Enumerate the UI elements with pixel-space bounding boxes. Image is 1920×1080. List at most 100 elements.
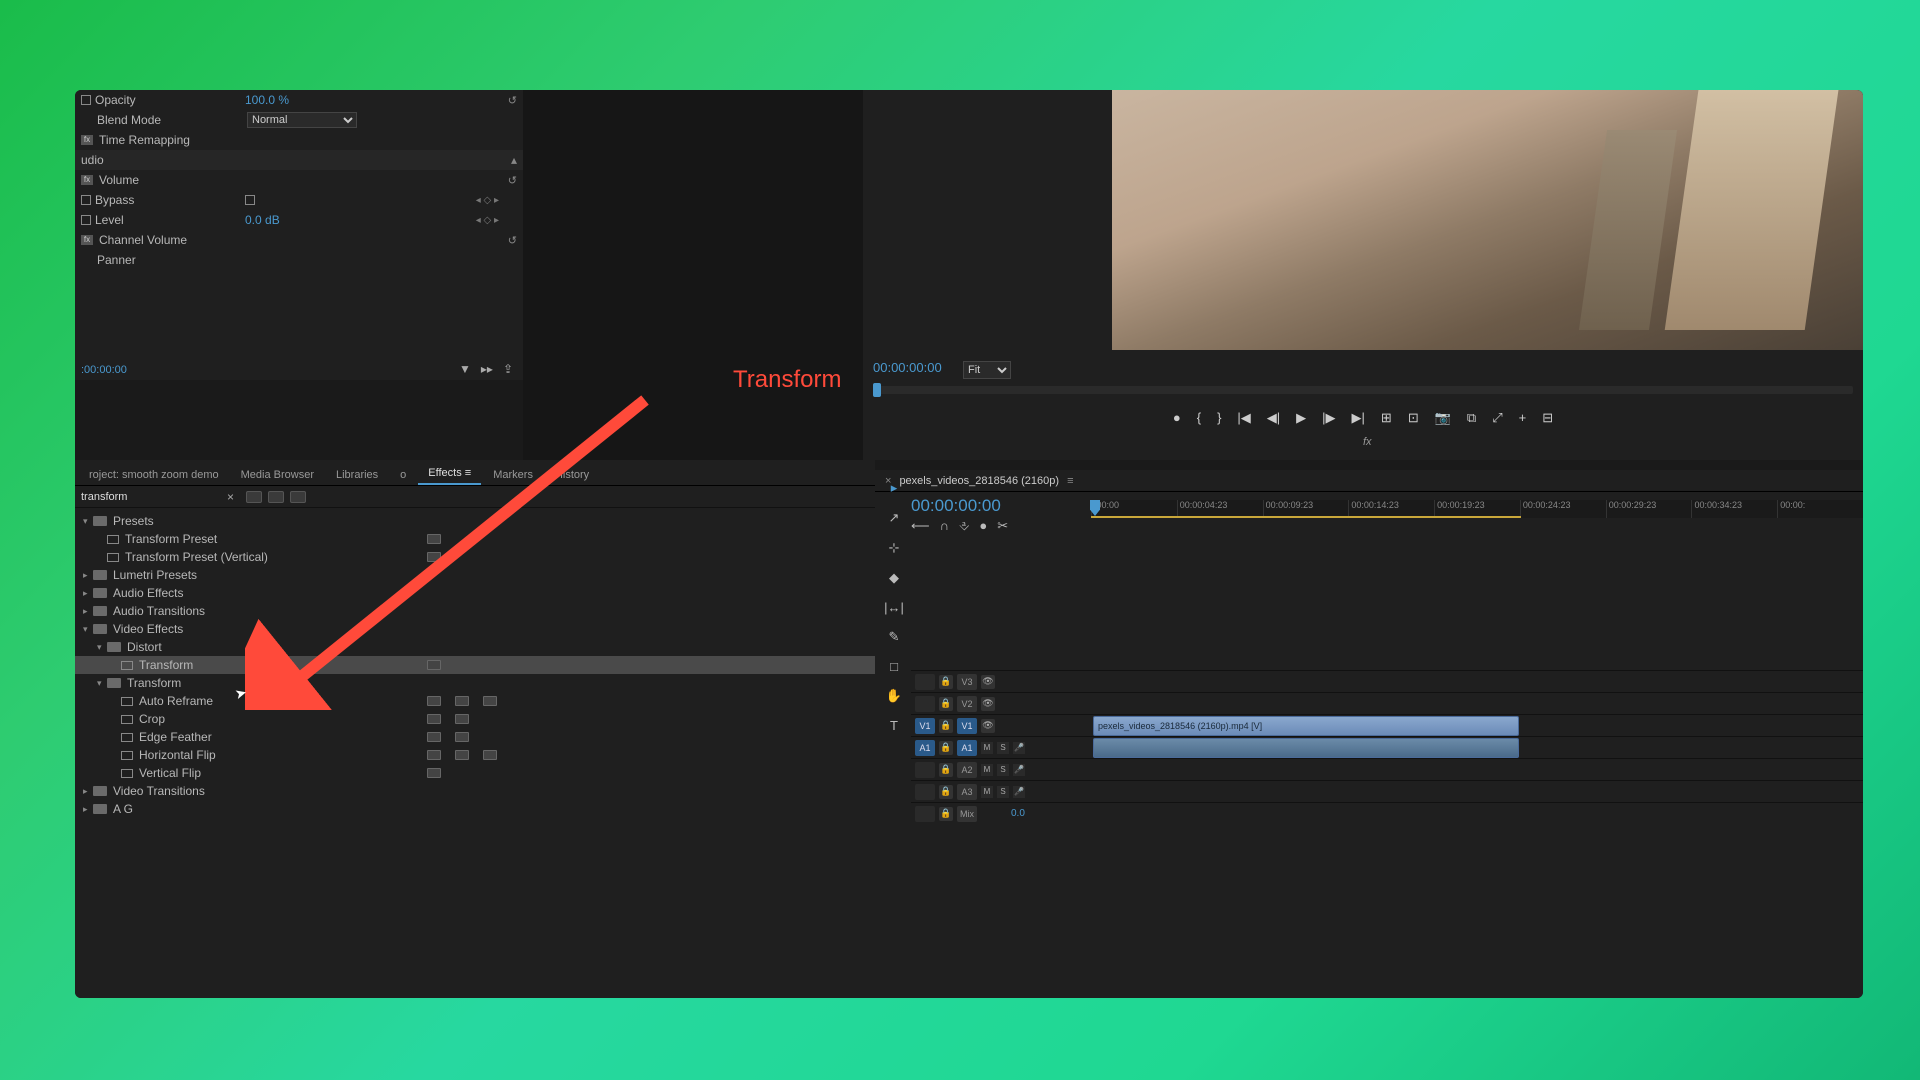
reset-icon[interactable]: ↺ xyxy=(508,234,517,247)
track-lane[interactable] xyxy=(1091,780,1863,802)
effects-search-input[interactable] xyxy=(81,491,221,503)
folder-distort[interactable]: ▾Distort xyxy=(75,638,875,656)
folder-video-transitions[interactable]: ▸Video Transitions xyxy=(75,782,875,800)
track-target[interactable]: A2 xyxy=(957,762,977,778)
bypass-row[interactable]: Bypass ◂ ◇ ▸ xyxy=(75,190,523,210)
channel-volume-row[interactable]: fx Channel Volume ↺ xyxy=(75,230,523,250)
effect-crop[interactable]: Crop xyxy=(75,710,875,728)
tl-toggle-2[interactable]: ⎀ xyxy=(959,518,969,534)
track-lane[interactable] xyxy=(1091,758,1863,780)
track-header-v2[interactable]: 🔒V2👁 xyxy=(911,692,1091,714)
source-patch[interactable]: A1 xyxy=(915,740,935,756)
transport-btn-5[interactable]: ▶ xyxy=(1296,410,1306,434)
video-preview[interactable] xyxy=(1112,90,1863,350)
folder-video-effects[interactable]: ▾Video Effects xyxy=(75,620,875,638)
tab-history[interactable]: History xyxy=(545,465,599,485)
solo-icon[interactable]: S xyxy=(997,764,1009,776)
folder-a-g[interactable]: ▸A G xyxy=(75,800,875,818)
track-header-mix[interactable]: 🔒 Mix 0.0 xyxy=(911,802,1091,824)
stopwatch-icon[interactable] xyxy=(81,195,91,205)
opacity-row[interactable]: Opacity 100.0 % ↺ xyxy=(75,90,523,110)
track-header-a1[interactable]: A1🔒A1MS🎤 xyxy=(911,736,1091,758)
mix-value[interactable]: 0.0 xyxy=(1011,808,1025,819)
effect-transform-preset[interactable]: Transform Preset xyxy=(75,530,875,548)
transport-btn-0[interactable]: ● xyxy=(1173,410,1181,434)
tab-effects[interactable]: Effects ≡ xyxy=(418,463,481,485)
tab-roject-smooth-zoom-demo[interactable]: roject: smooth zoom demo xyxy=(79,465,229,485)
track-target[interactable]: Mix xyxy=(957,806,977,822)
audio-clip[interactable] xyxy=(1093,738,1519,758)
tl-tool-0[interactable]: ▸ xyxy=(883,480,905,496)
track-header-v3[interactable]: 🔒V3👁 xyxy=(911,670,1091,692)
step-icon[interactable]: ▸▸ xyxy=(481,362,493,376)
tl-tool-4[interactable]: |↔| xyxy=(883,600,905,615)
solo-icon[interactable]: S xyxy=(997,786,1009,798)
tab-markers[interactable]: Markers xyxy=(483,465,543,485)
effect-transform[interactable]: Transform xyxy=(75,656,875,674)
panner-row[interactable]: Panner xyxy=(75,250,523,270)
source-patch[interactable]: V1 xyxy=(915,718,935,734)
track-header-a3[interactable]: 🔒A3MS🎤 xyxy=(911,780,1091,802)
track-target[interactable]: V3 xyxy=(957,674,977,690)
filter-icon[interactable]: ▼ xyxy=(459,362,471,376)
effect-auto-reframe[interactable]: Auto Reframe xyxy=(75,692,875,710)
mute-icon[interactable]: M xyxy=(981,786,993,798)
track-target[interactable]: A1 xyxy=(957,740,977,756)
bypass-checkbox[interactable] xyxy=(245,195,255,205)
export-icon[interactable]: ⇪ xyxy=(503,362,513,376)
transport-btn-8[interactable]: ⊞ xyxy=(1381,410,1392,434)
volume-row[interactable]: fx Volume ↺ xyxy=(75,170,523,190)
blend-row[interactable]: Blend Mode Normal xyxy=(75,110,523,130)
accelerated-filter-icon[interactable] xyxy=(246,491,262,503)
tl-tool-7[interactable]: ✋ xyxy=(883,688,905,704)
tab-libraries[interactable]: Libraries xyxy=(326,465,388,485)
transport-btn-2[interactable]: } xyxy=(1217,410,1221,434)
keyframe-nav-icon[interactable]: ◂ ◇ ▸ xyxy=(476,195,499,206)
tab-media-browser[interactable]: Media Browser xyxy=(231,465,324,485)
tl-tool-2[interactable]: ⊹ xyxy=(883,540,905,556)
track-header-v1[interactable]: V1🔒V1👁 xyxy=(911,714,1091,736)
source-patch[interactable] xyxy=(915,806,935,822)
reset-icon[interactable]: ↺ xyxy=(508,94,517,107)
tl-toggle-0[interactable]: ⟵ xyxy=(911,518,930,534)
folder-presets[interactable]: ▾Presets xyxy=(75,512,875,530)
mute-icon[interactable]: M xyxy=(981,742,993,754)
tl-toggle-4[interactable]: ✂ xyxy=(997,518,1008,534)
solo-icon[interactable]: S xyxy=(997,742,1009,754)
folder-audio-transitions[interactable]: ▸Audio Transitions xyxy=(75,602,875,620)
track-lane[interactable] xyxy=(1091,692,1863,714)
lock-icon[interactable]: 🔒 xyxy=(939,675,953,689)
playhead-icon[interactable] xyxy=(873,383,881,397)
lock-icon[interactable]: 🔒 xyxy=(939,741,953,755)
transport-btn-13[interactable]: + xyxy=(1519,410,1527,434)
transport-btn-4[interactable]: ◀| xyxy=(1267,410,1280,434)
program-scrubber[interactable] xyxy=(873,386,1853,394)
work-area-bar[interactable] xyxy=(1091,516,1521,518)
clear-search-icon[interactable]: × xyxy=(221,490,240,504)
tl-toggle-3[interactable]: ● xyxy=(979,518,987,534)
source-patch[interactable] xyxy=(915,784,935,800)
tl-tool-1[interactable]: ↗ xyxy=(883,510,905,526)
ec-timecode[interactable]: :00:00:00 xyxy=(75,364,127,376)
lock-icon[interactable]: 🔒 xyxy=(939,807,953,821)
track-lane[interactable] xyxy=(1091,802,1863,824)
transport-btn-3[interactable]: |◀ xyxy=(1237,410,1250,434)
track-lane[interactable]: pexels_videos_2818546 (2160p).mp4 [V] xyxy=(1091,714,1863,736)
tl-toggle-1[interactable]: ∩ xyxy=(940,518,949,534)
tl-tool-8[interactable]: T xyxy=(883,718,905,733)
transport-btn-11[interactable]: ⧉ xyxy=(1467,410,1476,434)
transport-btn-1[interactable]: { xyxy=(1197,410,1201,434)
opacity-value[interactable]: 100.0 % xyxy=(245,93,289,107)
transport-btn-6[interactable]: |▶ xyxy=(1322,410,1335,434)
voiceover-icon[interactable]: 🎤 xyxy=(1013,786,1025,798)
stopwatch-icon[interactable] xyxy=(81,95,91,105)
tl-tool-6[interactable]: □ xyxy=(883,659,905,674)
tl-tool-5[interactable]: ✎ xyxy=(883,629,905,645)
track-target[interactable]: V1 xyxy=(957,718,977,734)
effect-transform-preset-vertical-[interactable]: Transform Preset (Vertical) xyxy=(75,548,875,566)
lock-icon[interactable]: 🔒 xyxy=(939,763,953,777)
effect-horizontal-flip[interactable]: Horizontal Flip xyxy=(75,746,875,764)
tl-tool-3[interactable]: ◆ xyxy=(883,570,905,586)
track-lane[interactable] xyxy=(1091,736,1863,758)
level-value[interactable]: 0.0 dB xyxy=(245,213,280,227)
